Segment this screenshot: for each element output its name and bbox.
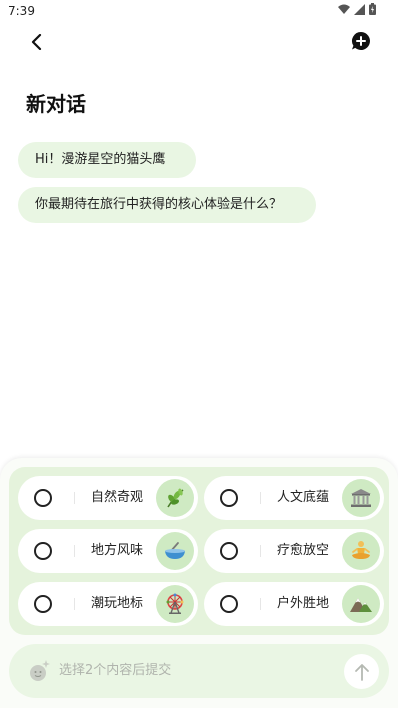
composer-bar — [9, 644, 389, 698]
radio-button[interactable] — [220, 595, 238, 613]
option-healing[interactable]: 疗愈放空 — [204, 529, 384, 573]
divider — [260, 598, 261, 610]
divider — [260, 545, 261, 557]
meditation-icon — [342, 532, 380, 570]
radio-button[interactable] — [34, 489, 52, 507]
signal-icon — [354, 3, 365, 15]
divider — [260, 492, 261, 504]
food-bowl-icon — [156, 532, 194, 570]
status-icons — [338, 3, 376, 15]
divider — [74, 545, 75, 557]
wifi-icon — [338, 4, 350, 14]
option-label: 地方风味 — [90, 543, 143, 558]
option-nature[interactable]: 自然奇观 — [18, 476, 198, 520]
option-label: 疗愈放空 — [276, 543, 329, 558]
ferris-wheel-icon — [156, 585, 194, 623]
new-chat-button[interactable] — [349, 29, 373, 53]
sparkle-face-icon[interactable] — [27, 659, 51, 683]
option-culture[interactable]: 人文底蕴 — [204, 476, 384, 520]
option-label: 人文底蕴 — [276, 490, 329, 505]
options-grid: 自然奇观 人文底蕴 地方风味 疗愈放空 潮玩地标 户外胜地 — [9, 467, 389, 635]
send-button[interactable] — [344, 654, 379, 689]
chevron-left-icon — [31, 34, 42, 50]
page-title: 新对话 — [26, 92, 86, 116]
radio-button[interactable] — [34, 542, 52, 560]
status-time: 7:39 — [8, 4, 35, 18]
radio-button[interactable] — [34, 595, 52, 613]
divider — [74, 598, 75, 610]
divider — [74, 492, 75, 504]
radio-button[interactable] — [220, 489, 238, 507]
option-landmarks[interactable]: 潮玩地标 — [18, 582, 198, 626]
option-outdoors[interactable]: 户外胜地 — [204, 582, 384, 626]
message-input[interactable] — [59, 644, 329, 698]
radio-button[interactable] — [220, 542, 238, 560]
assistant-message: Hi！漫游星空的猫头鹰 — [18, 142, 196, 178]
option-label: 潮玩地标 — [90, 596, 143, 611]
battery-icon — [369, 3, 376, 15]
option-label: 户外胜地 — [276, 596, 329, 611]
mountain-icon — [342, 585, 380, 623]
museum-icon — [342, 479, 380, 517]
arrow-up-icon — [354, 663, 369, 681]
back-button[interactable] — [24, 29, 50, 55]
option-local-flavor[interactable]: 地方风味 — [18, 529, 198, 573]
status-bar: 7:39 — [0, 0, 398, 24]
assistant-message: 你最期待在旅行中获得的核心体验是什么？ — [18, 187, 316, 223]
chat-plus-icon — [352, 32, 370, 50]
option-label: 自然奇观 — [90, 490, 143, 505]
leaf-icon — [156, 479, 194, 517]
